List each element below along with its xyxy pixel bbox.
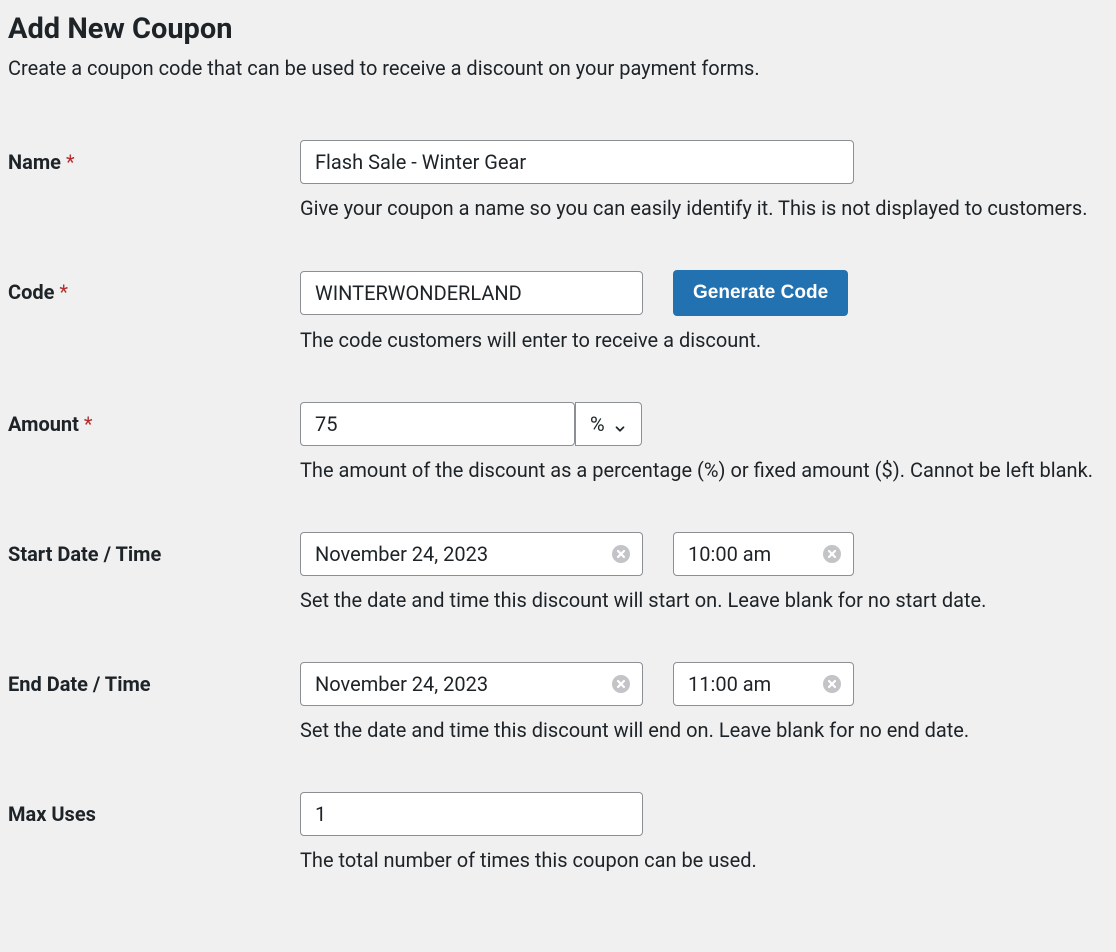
- label-start: Start Date / Time: [8, 532, 300, 566]
- row-start: Start Date / Time Set the date and time …: [8, 532, 1108, 612]
- page-title: Add New Coupon: [8, 12, 1108, 46]
- row-code: Code * Generate Code The code customers …: [8, 270, 1108, 352]
- help-end: Set the date and time this discount will…: [300, 718, 1108, 742]
- generate-code-button[interactable]: Generate Code: [673, 270, 848, 316]
- amount-unit-select[interactable]: %: [575, 402, 642, 446]
- label-end: End Date / Time: [8, 662, 300, 696]
- help-name: Give your coupon a name so you can easil…: [300, 196, 1108, 220]
- label-amount: Amount *: [8, 402, 300, 436]
- label-code: Code *: [8, 270, 300, 304]
- chevron-down-icon: [613, 417, 627, 431]
- row-amount: Amount * % The amount of the discount as…: [8, 402, 1108, 482]
- amount-input[interactable]: [300, 402, 575, 446]
- clear-end-date-icon[interactable]: [611, 674, 631, 694]
- help-maxuses: The total number of times this coupon ca…: [300, 848, 1108, 872]
- maxuses-input[interactable]: [300, 792, 643, 836]
- code-input[interactable]: [300, 271, 643, 315]
- label-maxuses: Max Uses: [8, 792, 300, 826]
- required-asterisk: *: [59, 280, 68, 304]
- clear-end-time-icon[interactable]: [822, 674, 842, 694]
- help-code: The code customers will enter to receive…: [300, 328, 1108, 352]
- help-amount: The amount of the discount as a percenta…: [300, 458, 1108, 482]
- start-date-input[interactable]: [300, 532, 643, 576]
- row-name: Name * Give your coupon a name so you ca…: [8, 140, 1108, 220]
- label-name: Name *: [8, 140, 300, 174]
- page-description: Create a coupon code that can be used to…: [8, 56, 1108, 80]
- row-maxuses: Max Uses The total number of times this …: [8, 792, 1108, 872]
- amount-unit-value: %: [590, 412, 605, 436]
- row-end: End Date / Time Set the date and time th…: [8, 662, 1108, 742]
- end-date-input[interactable]: [300, 662, 643, 706]
- required-asterisk: *: [84, 412, 93, 436]
- required-asterisk: *: [66, 150, 75, 174]
- clear-start-time-icon[interactable]: [822, 544, 842, 564]
- help-start: Set the date and time this discount will…: [300, 588, 1108, 612]
- name-input[interactable]: [300, 140, 854, 184]
- clear-start-date-icon[interactable]: [611, 544, 631, 564]
